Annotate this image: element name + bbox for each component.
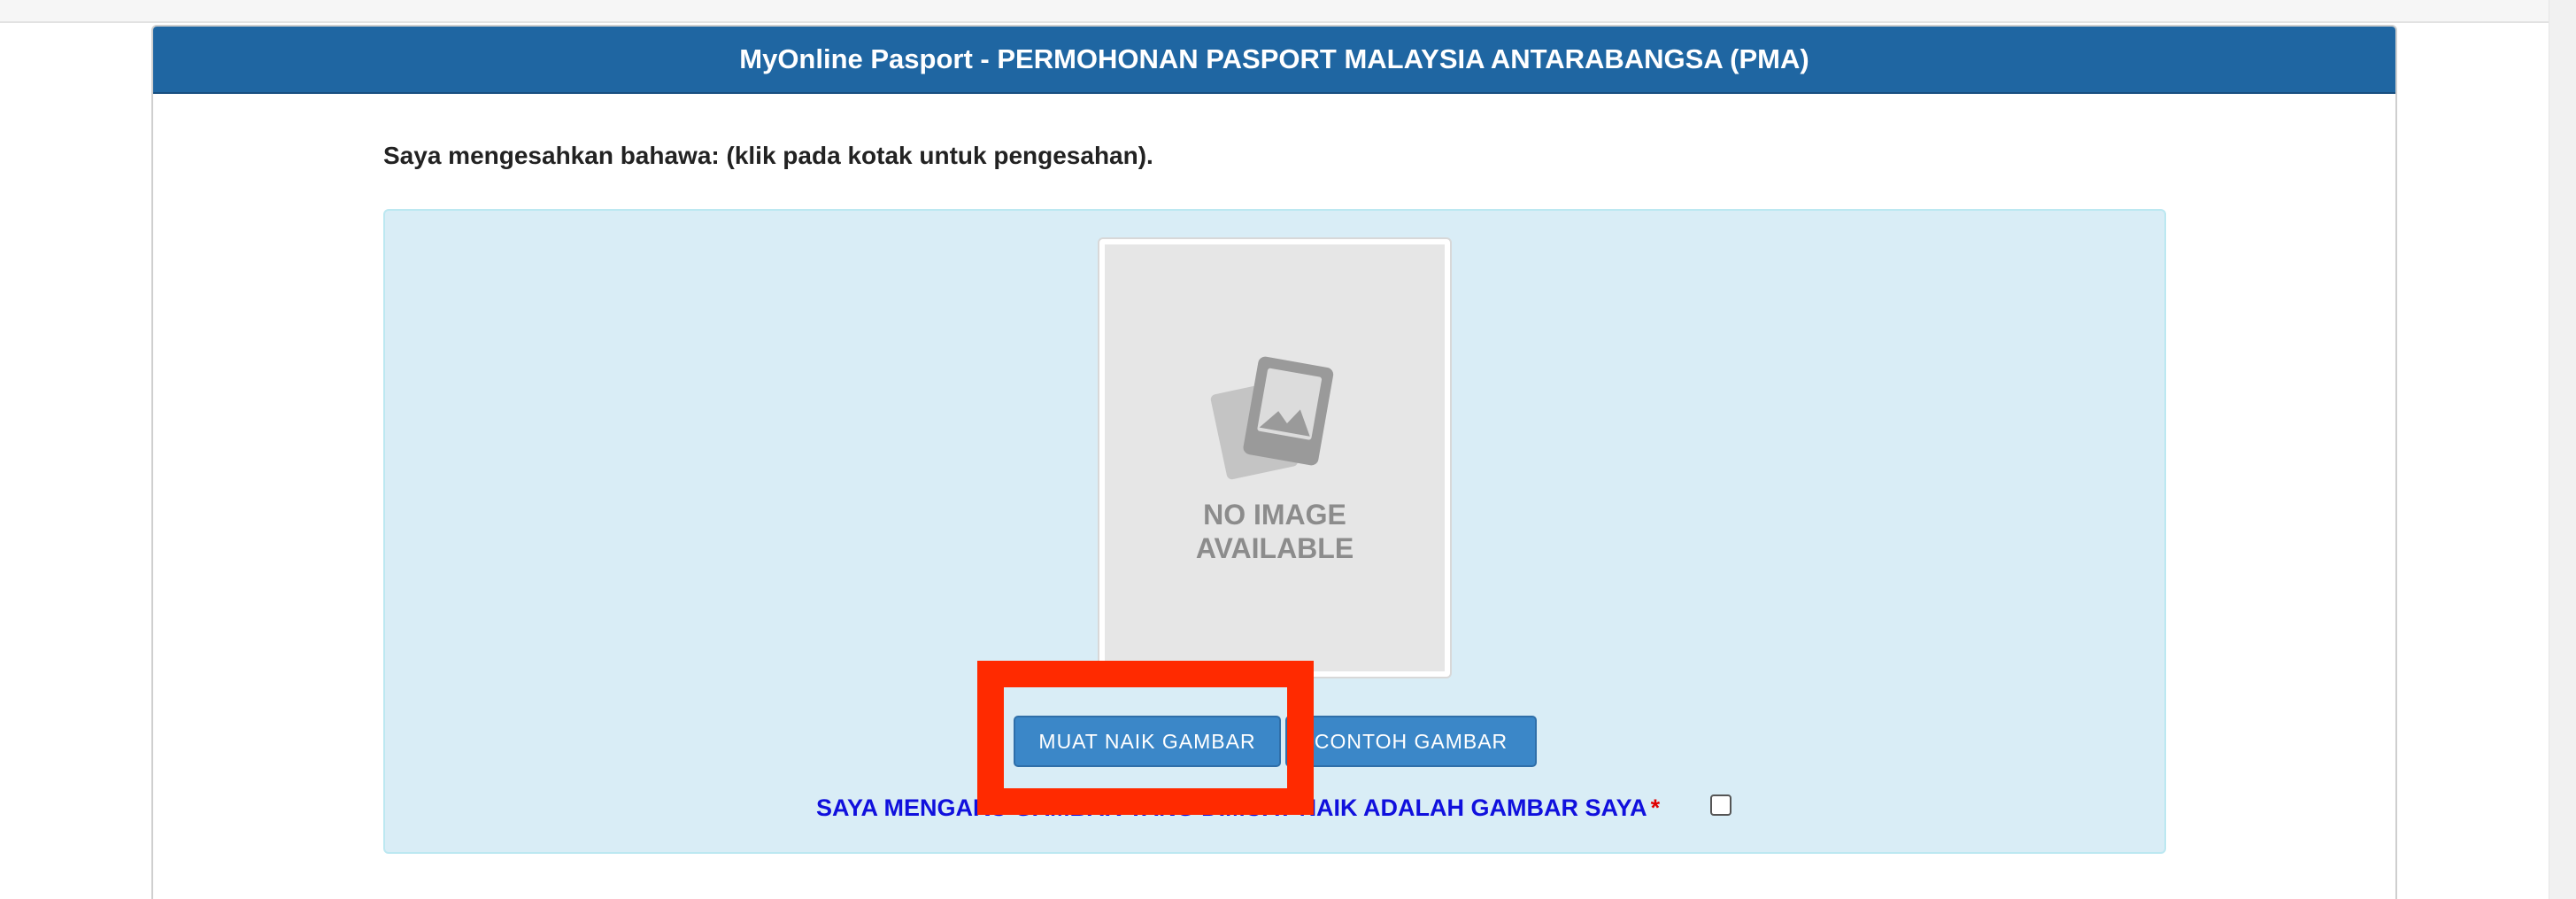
page-scrollbar[interactable] [2549, 0, 2576, 899]
no-image-line-2: AVAILABLE [1195, 532, 1354, 564]
page: MyOnline Pasport - PERMOHONAN PASPORT MA… [0, 0, 2576, 899]
no-image-text: NO IMAGE AVAILABLE [1105, 498, 1445, 565]
declaration-checkbox[interactable] [1710, 794, 1731, 816]
required-marker: * [1650, 794, 1661, 821]
photo-placeholder: NO IMAGE AVAILABLE [1105, 244, 1445, 671]
no-image-icon [1210, 356, 1334, 480]
photo-preview: NO IMAGE AVAILABLE [1098, 237, 1452, 678]
upload-photo-button[interactable]: MUAT NAIK GAMBAR [1014, 716, 1281, 767]
sample-photo-button[interactable]: CONTOH GAMBAR [1285, 716, 1537, 767]
photo-declaration: SAYA MENGAKU GAMBAR YANG DIMUAT NAIK ADA… [816, 790, 1660, 825]
no-image-line-1: NO IMAGE [1203, 499, 1346, 531]
top-bar [0, 0, 2549, 23]
declaration-label: SAYA MENGAKU GAMBAR YANG DIMUAT NAIK ADA… [816, 794, 1647, 821]
confirmation-instruction: Saya mengesahkan bahawa: (klik pada kota… [383, 142, 1153, 169]
panel-title: MyOnline Pasport - PERMOHONAN PASPORT MA… [153, 27, 2395, 94]
